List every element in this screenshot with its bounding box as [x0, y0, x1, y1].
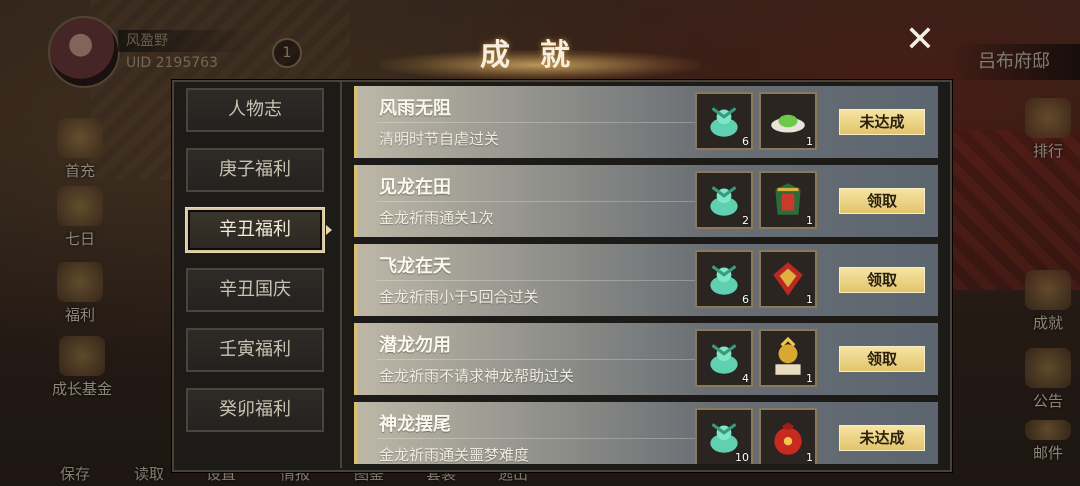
jade-ingot-icon	[710, 344, 738, 374]
reward-item[interactable]: 1	[759, 329, 817, 387]
list-item: 潜龙勿用 金龙祈雨不请求神龙帮助过关 4 1 领取	[354, 323, 938, 395]
achievement-name: 潜龙勿用	[379, 335, 451, 356]
dialog-title-banner: 成就	[380, 22, 700, 82]
reward-item[interactable]: 6	[695, 92, 753, 150]
status-button[interactable]: 未达成	[839, 109, 925, 135]
achievement-name: 飞龙在天	[379, 256, 451, 277]
reward-item[interactable]: 1	[759, 171, 817, 229]
red-bag-icon	[774, 422, 802, 455]
achievement-desc: 金龙祈雨通关1次	[379, 209, 494, 227]
list-item: 神龙摆尾 金龙祈雨通关噩梦难度 10 1 未达成	[354, 402, 938, 464]
tab-renyin-welfare[interactable]: 壬寅福利	[186, 328, 324, 372]
claim-button[interactable]: 领取	[839, 188, 925, 214]
list-item: 飞龙在天 金龙祈雨小于5回合过关 6 1 领取	[354, 244, 938, 316]
tab-xinchou-national-day[interactable]: 辛丑国庆	[186, 268, 324, 312]
reward-item[interactable]: 4	[695, 329, 753, 387]
jade-ingot-icon	[710, 186, 738, 216]
reward-item[interactable]: 1	[759, 408, 817, 464]
tab-renwuzhi[interactable]: 人物志	[186, 88, 324, 132]
reward-item[interactable]: 1	[759, 250, 817, 308]
achievement-desc: 清明时节自虐过关	[379, 130, 500, 148]
status-button[interactable]: 未达成	[839, 425, 925, 451]
dialog-title: 成就	[480, 38, 600, 73]
achievement-name: 见龙在田	[379, 177, 451, 198]
golden-seal-icon	[775, 337, 801, 375]
green-food-icon	[771, 114, 805, 133]
tab-gengzi-welfare[interactable]: 庚子福利	[186, 148, 324, 192]
tab-guimao-welfare[interactable]: 癸卯福利	[186, 388, 324, 432]
reward-item[interactable]: 10	[695, 408, 753, 464]
tab-xinchou-welfare[interactable]: 辛丑福利	[186, 208, 332, 252]
category-tabs: 人物志 庚子福利 辛丑福利 辛丑国庆 壬寅福利 癸卯福利	[186, 88, 332, 448]
achievement-desc: 金龙祈雨不请求神龙帮助过关	[379, 367, 575, 385]
achievement-name: 风雨无阻	[379, 98, 451, 119]
achievement-desc: 金龙祈雨小于5回合过关	[379, 288, 539, 306]
jade-ingot-icon	[710, 265, 738, 295]
tab-divider	[340, 80, 342, 468]
achievement-name: 神龙摆尾	[379, 414, 451, 435]
reward-item[interactable]: 2	[695, 171, 753, 229]
reward-item[interactable]: 1	[759, 92, 817, 150]
achievement-desc: 金龙祈雨通关噩梦难度	[379, 446, 530, 464]
close-icon[interactable]: ✕	[900, 20, 940, 60]
list-item: 风雨无阻 清明时节自虐过关 6 1 未达成	[354, 86, 938, 158]
achievement-list[interactable]: 风雨无阻 清明时节自虐过关 6 1 未达成 见龙在田 金龙祈雨通关1次 2 1 …	[354, 86, 938, 464]
armor-icon	[775, 183, 801, 215]
jade-ingot-icon	[710, 107, 738, 137]
list-item: 见龙在田 金龙祈雨通关1次 2 1 领取	[354, 165, 938, 237]
claim-button[interactable]: 领取	[839, 346, 925, 372]
claim-button[interactable]: 领取	[839, 267, 925, 293]
reward-item[interactable]: 6	[695, 250, 753, 308]
crest-icon	[773, 262, 803, 296]
